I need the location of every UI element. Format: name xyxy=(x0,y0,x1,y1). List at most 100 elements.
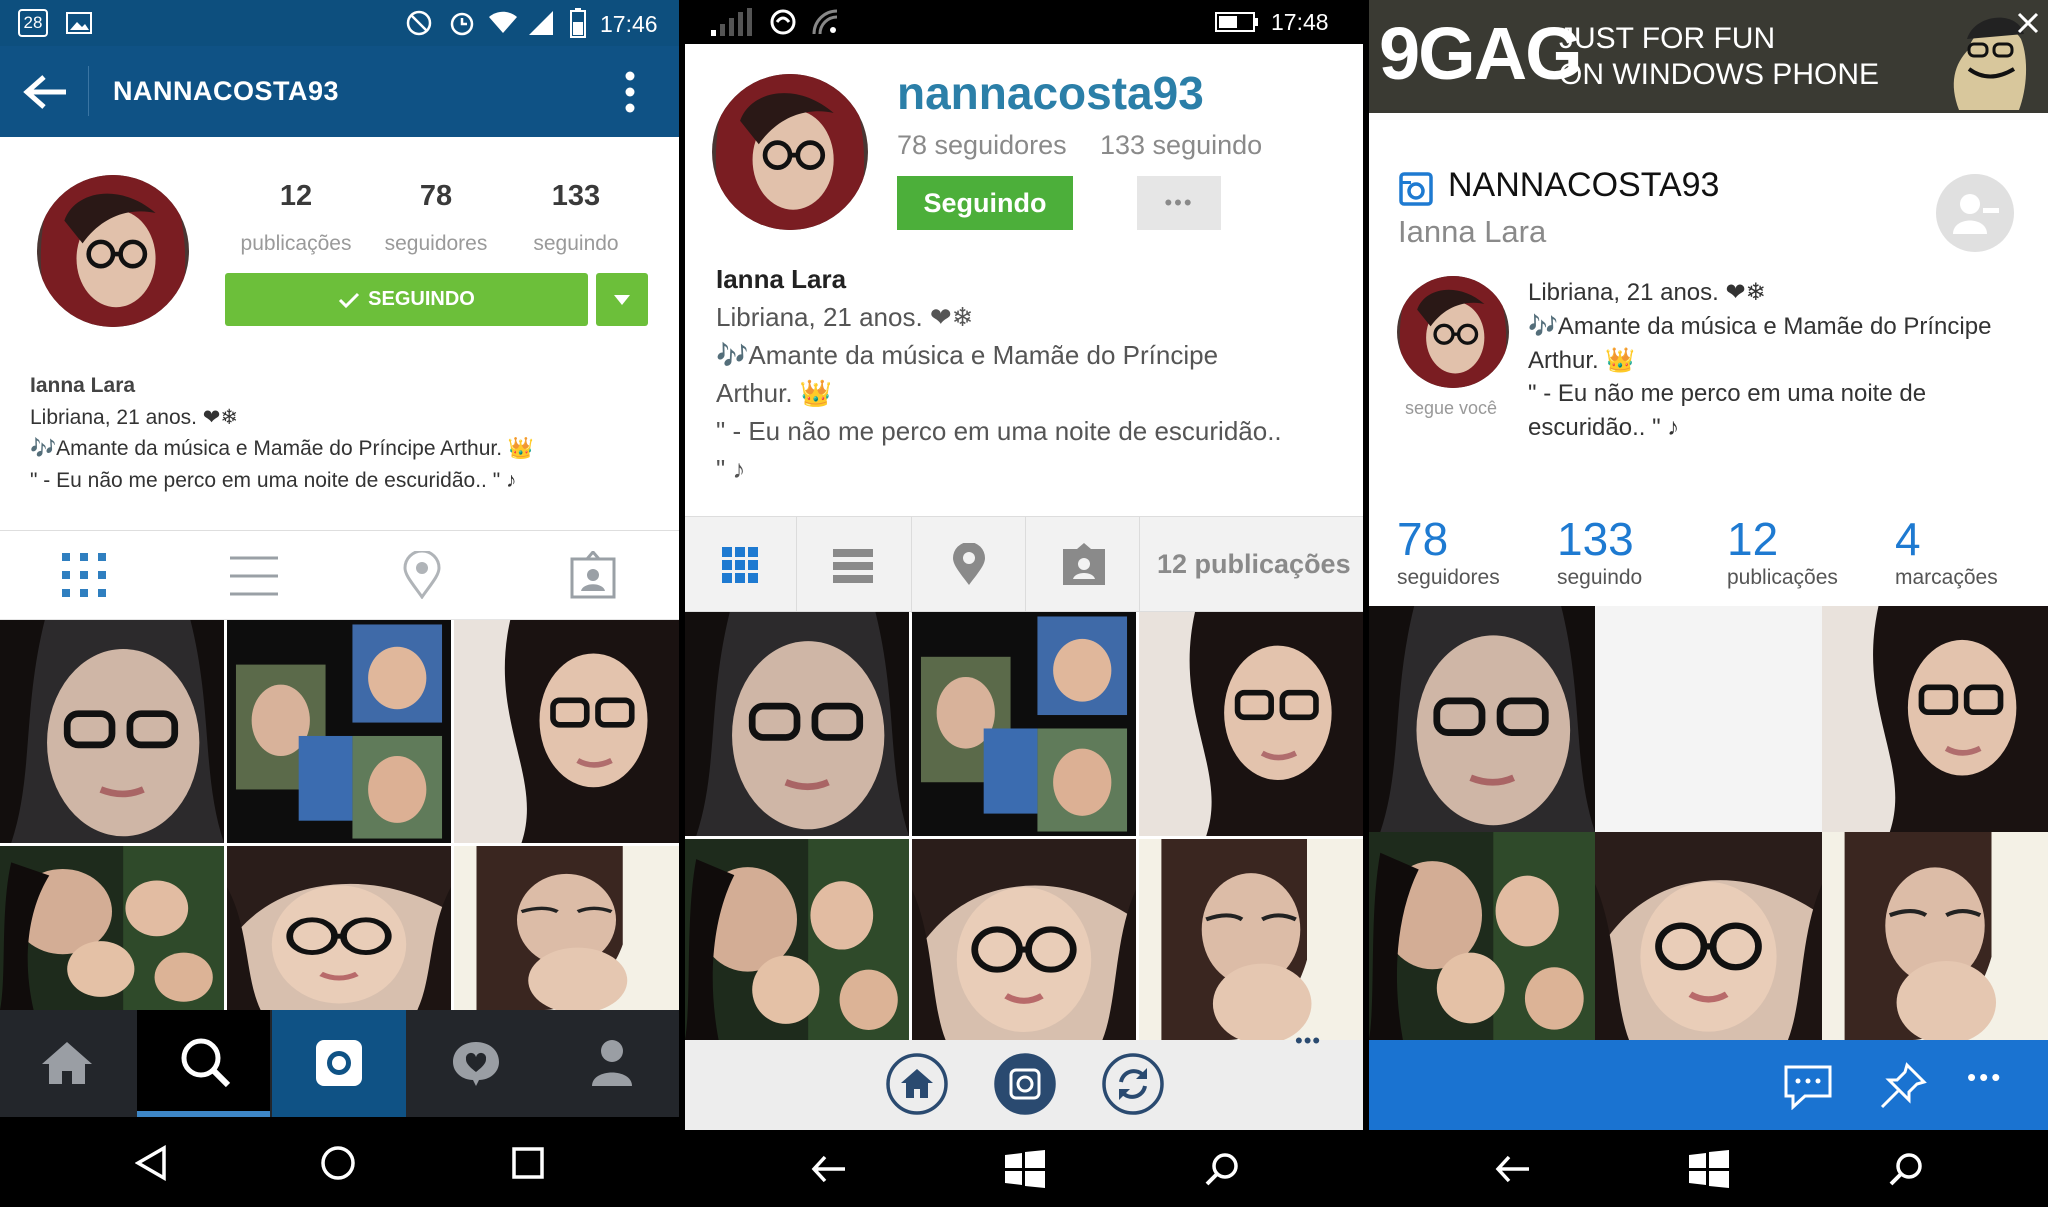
nav-activity[interactable] xyxy=(408,1010,543,1117)
battery-icon xyxy=(570,8,586,38)
grid-photo-6[interactable] xyxy=(1139,839,1363,1040)
grid-photo-6[interactable] xyxy=(1822,832,2048,1040)
camera-button-icon[interactable] xyxy=(993,1052,1057,1116)
stat-followers[interactable]: 78 seguidores xyxy=(1397,512,1500,590)
following-button[interactable]: SEGUINDO xyxy=(225,273,588,326)
system-back-icon[interactable] xyxy=(135,1145,167,1181)
bio-line-3a: " - Eu não me perco em uma noite de xyxy=(1528,380,1927,407)
posts-count-label: 12 publicações xyxy=(1157,549,1351,579)
grid-view-icon[interactable] xyxy=(722,547,758,583)
grid-photo-4[interactable] xyxy=(685,839,909,1040)
tagged-photos-icon[interactable] xyxy=(570,551,616,599)
stat-followers-count: 78 xyxy=(1397,513,1449,565)
ad-close-icon[interactable] xyxy=(2017,12,2039,34)
list-view-icon[interactable] xyxy=(833,549,873,583)
grid-photo-4[interactable] xyxy=(1369,832,1595,1040)
check-icon xyxy=(339,292,360,308)
windows-logo-icon[interactable] xyxy=(1689,1150,1729,1188)
wifi-icon xyxy=(489,11,517,33)
grid-photo-1[interactable] xyxy=(1369,606,1595,832)
grid-photo-6[interactable] xyxy=(454,846,679,1010)
bio-line-3b: " ♪ xyxy=(716,454,746,484)
grid-view-icon[interactable] xyxy=(62,553,106,597)
grid-photo-4[interactable] xyxy=(0,846,224,1010)
system-recents-icon[interactable] xyxy=(512,1147,544,1179)
nav-search[interactable] xyxy=(137,1010,270,1117)
home-icon xyxy=(42,1042,92,1084)
list-view-icon[interactable] xyxy=(230,555,278,597)
stat-posts-label: publicações xyxy=(240,232,352,255)
stat-following-count[interactable]: 133 xyxy=(506,180,646,213)
stat-following[interactable]: 133 seguindo xyxy=(1557,512,1642,590)
followers-count[interactable]: 78 seguidores xyxy=(897,130,1067,161)
following-count[interactable]: 133 seguindo xyxy=(1100,130,1262,161)
ad-brand: 9GAG xyxy=(1379,12,1583,95)
stat-tags[interactable]: 4 marcações xyxy=(1895,512,1998,590)
app-bar-more[interactable]: ••• xyxy=(1295,1028,1321,1054)
wp-app-bar: ••• xyxy=(1369,1040,2048,1130)
grid-photo-5[interactable] xyxy=(912,839,1136,1040)
unfollow-button[interactable] xyxy=(1936,174,2014,252)
windows-logo-icon[interactable] xyxy=(1005,1150,1045,1188)
app-bar-more[interactable]: ••• xyxy=(1967,1062,2003,1093)
bio-line-3: " - Eu não me perco em uma noite de escu… xyxy=(30,469,517,492)
following-button[interactable]: Seguindo xyxy=(897,176,1073,230)
grid-photo-5[interactable] xyxy=(227,846,451,1010)
gallery-icon xyxy=(66,12,92,34)
comments-icon[interactable] xyxy=(1783,1064,1833,1110)
system-back-icon[interactable] xyxy=(811,1154,847,1184)
grid-photo-1[interactable] xyxy=(0,620,224,843)
system-search-icon[interactable] xyxy=(1889,1152,1923,1186)
stat-following-label[interactable]: seguindo xyxy=(506,232,646,256)
grid-photo-3[interactable] xyxy=(1822,606,2048,832)
bio-name: Ianna Lara xyxy=(30,374,136,397)
grid-photo-5[interactable] xyxy=(1595,832,1822,1040)
stat-posts[interactable]: 12 publicações xyxy=(1727,512,1838,590)
overflow-menu-icon[interactable] xyxy=(624,70,636,114)
follows-you-label: segue você xyxy=(1405,398,1498,418)
profile-username: nannacosta93 xyxy=(897,67,1204,119)
profile-avatar[interactable] xyxy=(1397,276,1509,388)
grid-photo-2[interactable] xyxy=(227,620,451,843)
nav-camera[interactable] xyxy=(272,1010,406,1117)
more-options-button[interactable]: ••• xyxy=(1137,176,1221,230)
grid-photo-loading[interactable] xyxy=(1595,606,1822,832)
home-button-icon[interactable] xyxy=(885,1052,949,1116)
nav-profile[interactable] xyxy=(545,1010,679,1117)
stat-followers-label[interactable]: seguidores xyxy=(366,232,506,256)
toolbar-title: NANNACOSTA93 xyxy=(113,76,340,106)
grid-photo-3[interactable] xyxy=(454,620,679,843)
profile-tab-bar xyxy=(0,530,679,620)
pin-icon[interactable] xyxy=(1879,1062,1927,1110)
profile-avatar[interactable] xyxy=(712,74,868,230)
grid-photo-2[interactable] xyxy=(912,612,1136,836)
stat-followers-label: seguidores xyxy=(1397,566,1500,589)
nav-home[interactable] xyxy=(0,1010,135,1117)
profile-toolbar: NANNACOSTA93 xyxy=(0,46,679,137)
profile-tab-bar: 12 publicações xyxy=(685,516,1363,613)
bio-line-1: Libriana, 21 anos. ❤❄ xyxy=(30,406,238,429)
stat-tags-count: 4 xyxy=(1895,513,1921,565)
bottom-navigation xyxy=(0,1010,679,1117)
refresh-button-icon[interactable] xyxy=(1101,1052,1165,1116)
system-home-icon[interactable] xyxy=(320,1145,356,1181)
back-arrow-icon[interactable] xyxy=(22,74,68,110)
location-pin-icon[interactable] xyxy=(402,551,442,599)
bio-line-2b: Arthur. 👑 xyxy=(1528,347,1636,374)
system-back-icon[interactable] xyxy=(1495,1154,1531,1184)
tagged-photos-icon[interactable] xyxy=(1063,543,1105,585)
grid-photo-1[interactable] xyxy=(685,612,909,836)
stat-followers-count[interactable]: 78 xyxy=(366,180,506,213)
remove-user-icon xyxy=(1953,194,1999,234)
ad-banner[interactable]: 9GAG JUST FOR FUN ON WINDOWS PHONE xyxy=(1369,0,2048,113)
system-search-icon[interactable] xyxy=(1205,1152,1239,1186)
ad-mascot-illustration xyxy=(1953,17,2027,110)
profile-avatar[interactable] xyxy=(37,175,189,327)
follow-options-button[interactable] xyxy=(596,273,648,326)
stat-posts-count: 12 xyxy=(1727,513,1779,565)
sixgram-panel: 9GAG JUST FOR FUN ON WINDOWS PHONE NANNA… xyxy=(1369,0,2048,1207)
location-pin-icon[interactable] xyxy=(951,543,987,587)
stat-posts-label: publicações xyxy=(1727,566,1838,589)
toolbar-divider xyxy=(88,66,89,116)
grid-photo-3[interactable] xyxy=(1139,612,1363,836)
